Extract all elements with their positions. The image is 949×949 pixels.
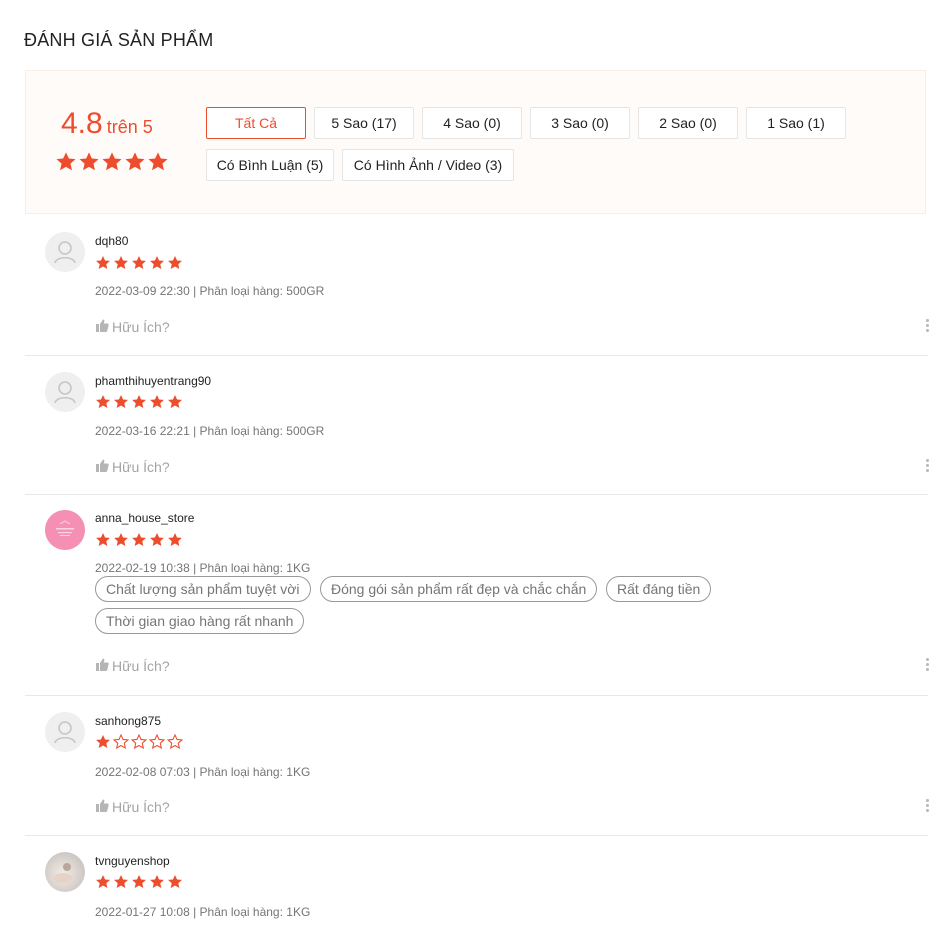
review-tag: Đóng gói sản phẩm rất đẹp và chắc chắn xyxy=(320,576,598,602)
star-filled-icon xyxy=(150,875,164,888)
photo-avatar[interactable] xyxy=(45,852,85,892)
review-username[interactable]: anna_house_store xyxy=(95,511,194,525)
more-options-icon[interactable] xyxy=(924,799,930,812)
review-divider xyxy=(25,695,928,696)
star-filled-icon xyxy=(114,256,128,269)
helpful-button[interactable]: Hữu Ích? xyxy=(95,459,170,475)
star-empty-icon xyxy=(113,734,129,750)
helpful-label: Hữu Ích? xyxy=(112,319,170,335)
review-username[interactable]: phamthihuyentrang90 xyxy=(95,374,211,388)
star-filled-icon xyxy=(132,395,146,408)
review-rating-stars xyxy=(95,255,183,271)
review-divider xyxy=(25,494,928,495)
helpful-label: Hữu Ích? xyxy=(112,459,170,475)
review-rating-stars xyxy=(95,532,183,548)
thumbs-up-icon xyxy=(95,319,109,335)
more-options-icon[interactable] xyxy=(924,459,930,472)
filter-with-media-button[interactable]: Có Hình Ảnh / Video (3) xyxy=(342,149,514,181)
pink-store-avatar[interactable] xyxy=(45,510,85,550)
review-divider xyxy=(25,835,928,836)
star-icon xyxy=(79,152,99,171)
star-filled-icon xyxy=(132,533,146,546)
rating-score-suffix: trên 5 xyxy=(106,117,153,137)
helpful-button[interactable]: Hữu Ích? xyxy=(95,658,170,674)
thumbs-up-icon xyxy=(95,658,109,674)
review-username[interactable]: sanhong875 xyxy=(95,714,161,728)
star-filled-icon xyxy=(150,395,164,408)
review-meta: 2022-03-16 22:21 | Phân loại hàng: 500GR xyxy=(95,424,325,438)
review-meta: 2022-02-19 10:38 | Phân loại hàng: 1KG xyxy=(95,561,311,575)
helpful-button[interactable]: Hữu Ích? xyxy=(95,319,170,335)
review-rating-stars xyxy=(95,734,183,750)
star-filled-icon xyxy=(96,735,110,748)
filter-4-star-button[interactable]: 4 Sao (0) xyxy=(422,107,522,139)
star-icon xyxy=(56,152,76,171)
review-meta: 2022-03-09 22:30 | Phân loại hàng: 500GR xyxy=(95,284,325,298)
star-filled-icon xyxy=(114,533,128,546)
rating-score-value: 4.8 xyxy=(61,107,103,140)
filter-all-button[interactable]: Tất Cả xyxy=(206,107,306,139)
review-rating-stars xyxy=(95,394,183,410)
star-filled-icon xyxy=(150,256,164,269)
thumbs-up-icon xyxy=(95,799,109,815)
helpful-label: Hữu Ích? xyxy=(112,658,170,674)
star-empty-icon xyxy=(149,734,165,750)
more-options-icon[interactable] xyxy=(924,658,930,671)
star-filled-icon xyxy=(150,533,164,546)
star-filled-icon xyxy=(96,533,110,546)
star-filled-icon xyxy=(168,256,182,269)
star-empty-icon xyxy=(167,734,183,750)
star-filled-icon xyxy=(168,875,182,888)
default-avatar-icon[interactable] xyxy=(45,232,85,272)
filter-5-star-button[interactable]: 5 Sao (17) xyxy=(314,107,414,139)
section-title: ĐÁNH GIÁ SẢN PHẨM xyxy=(24,30,214,50)
helpful-label: Hữu Ích? xyxy=(112,799,170,815)
thumbs-up-icon xyxy=(95,459,109,475)
filter-3-star-button[interactable]: 3 Sao (0) xyxy=(530,107,630,139)
review-tag: Chất lượng sản phẩm tuyệt vời xyxy=(95,576,311,602)
star-filled-icon xyxy=(114,395,128,408)
helpful-button[interactable]: Hữu Ích? xyxy=(95,799,170,815)
default-avatar-icon[interactable] xyxy=(45,372,85,412)
star-empty-icon xyxy=(131,734,147,750)
rating-score-stars xyxy=(55,151,169,173)
review-username[interactable]: tvnguyenshop xyxy=(95,854,170,868)
review-meta: 2022-02-08 07:03 | Phân loại hàng: 1KG xyxy=(95,765,311,779)
star-filled-icon xyxy=(96,875,110,888)
review-tag: Thời gian giao hàng rất nhanh xyxy=(95,608,305,634)
star-icon xyxy=(148,152,168,171)
review-tag: Rất đáng tiền xyxy=(606,576,712,602)
review-rating-stars xyxy=(95,874,183,890)
star-filled-icon xyxy=(96,395,110,408)
rating-overview: 4.8 trên 5 Tất Cả 5 Sao (17) 4 Sao (0) 3 … xyxy=(25,70,926,214)
review-meta: 2022-01-27 10:08 | Phân loại hàng: 1KG xyxy=(95,905,311,919)
filter-2-star-button[interactable]: 2 Sao (0) xyxy=(638,107,738,139)
rating-score: 4.8 trên 5 xyxy=(61,107,153,141)
star-filled-icon xyxy=(132,875,146,888)
star-icon xyxy=(125,152,145,171)
star-icon xyxy=(102,152,122,171)
review-username[interactable]: dqh80 xyxy=(95,234,128,248)
default-avatar-icon[interactable] xyxy=(45,712,85,752)
more-options-icon[interactable] xyxy=(924,319,930,332)
filter-with-comment-button[interactable]: Có Bình Luận (5) xyxy=(206,149,334,181)
review-divider xyxy=(25,355,928,356)
star-filled-icon xyxy=(114,875,128,888)
star-filled-icon xyxy=(132,256,146,269)
filter-1-star-button[interactable]: 1 Sao (1) xyxy=(746,107,846,139)
star-filled-icon xyxy=(168,533,182,546)
star-filled-icon xyxy=(96,256,110,269)
star-filled-icon xyxy=(168,395,182,408)
